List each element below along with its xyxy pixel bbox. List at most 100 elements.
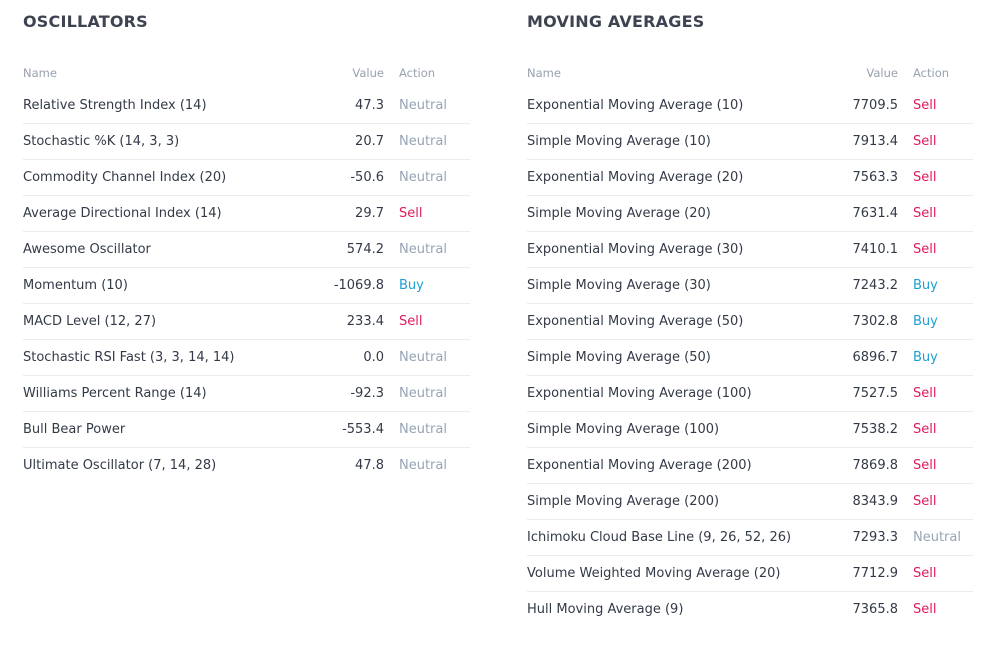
action-signal: Buy	[913, 278, 938, 293]
column-header-action[interactable]: Action	[399, 60, 435, 86]
table-row[interactable]: Simple Moving Average (100) 7538.2 Sell	[527, 412, 973, 448]
indicator-value: 20.7	[355, 134, 384, 149]
indicator-name[interactable]: Exponential Moving Average (100)	[527, 376, 752, 412]
moving-averages-table-header: Name Value Action	[527, 60, 973, 86]
indicator-name[interactable]: Stochastic RSI Fast (3, 3, 14, 14)	[23, 340, 235, 376]
table-row[interactable]: Exponential Moving Average (30) 7410.1 Sel…	[527, 232, 973, 268]
indicator-name[interactable]: Bull Bear Power	[23, 412, 125, 448]
table-row[interactable]: Williams Percent Range (14) -92.3 Neutral	[23, 376, 470, 412]
column-header-action[interactable]: Action	[913, 60, 949, 86]
indicator-name[interactable]: Williams Percent Range (14)	[23, 376, 207, 412]
oscillators-table: Name Value Action Relative Strength Inde…	[23, 60, 470, 484]
table-row[interactable]: Relative Strength Index (14) 47.3 Neutral	[23, 88, 470, 124]
action-signal: Sell	[913, 458, 937, 473]
indicator-value: 7913.4	[852, 134, 899, 149]
action-signal: Neutral	[399, 458, 447, 473]
action-signal: Buy	[913, 314, 938, 329]
table-row[interactable]: Exponential Moving Average (10) 7709.5 Sel…	[527, 88, 973, 124]
action-signal: Sell	[913, 206, 937, 221]
action-signal: Neutral	[399, 134, 447, 149]
indicator-name[interactable]: Stochastic %K (14, 3, 3)	[23, 124, 179, 160]
table-row[interactable]: Exponential Moving Average (200) 7869.8 Se…	[527, 448, 973, 484]
action-signal: Neutral	[399, 386, 447, 401]
indicator-name[interactable]: Awesome Oscillator	[23, 232, 151, 268]
table-row[interactable]: Exponential Moving Average (100) 7527.5 Se…	[527, 376, 973, 412]
indicator-name[interactable]: Ichimoku Cloud Base Line (9, 26, 52, 26)	[527, 520, 791, 556]
column-header-name[interactable]: Name	[527, 60, 561, 86]
table-row[interactable]: Volume Weighted Moving Average (20) 7712.…	[527, 556, 973, 592]
action-signal: Buy	[399, 278, 424, 293]
indicator-value: 6896.7	[852, 350, 899, 365]
indicator-value: 29.7	[355, 206, 384, 221]
indicator-name[interactable]: Commodity Channel Index (20)	[23, 160, 226, 196]
table-row[interactable]: MACD Level (12, 27) 233.4 Sell	[23, 304, 470, 340]
indicator-value: 574.2	[346, 242, 384, 257]
table-row[interactable]: Exponential Moving Average (20) 7563.3 Sel…	[527, 160, 973, 196]
indicator-value: 7302.8	[852, 314, 899, 329]
indicator-name[interactable]: Hull Moving Average (9)	[527, 592, 683, 628]
indicator-name[interactable]: Exponential Moving Average (200)	[527, 448, 752, 484]
indicator-name[interactable]: Exponential Moving Average (30)	[527, 232, 743, 268]
action-signal: Neutral	[913, 530, 961, 545]
table-row[interactable]: Momentum (10) -1069.8 Buy	[23, 268, 470, 304]
table-row[interactable]: Simple Moving Average (10) 7913.4 Sell	[527, 124, 973, 160]
technicals-page: OSCILLATORS Name Value Action Relative S…	[0, 0, 1000, 649]
indicator-name[interactable]: Simple Moving Average (10)	[527, 124, 711, 160]
table-row[interactable]: Awesome Oscillator 574.2 Neutral	[23, 232, 470, 268]
indicator-name[interactable]: Simple Moving Average (200)	[527, 484, 719, 520]
table-row[interactable]: Simple Moving Average (50) 6896.7 Buy	[527, 340, 973, 376]
table-row[interactable]: Stochastic %K (14, 3, 3) 20.7 Neutral	[23, 124, 470, 160]
action-signal: Neutral	[399, 170, 447, 185]
indicator-value: 7709.5	[852, 98, 899, 113]
column-header-name[interactable]: Name	[23, 60, 57, 86]
indicator-name[interactable]: Exponential Moving Average (10)	[527, 88, 743, 124]
indicator-name[interactable]: Ultimate Oscillator (7, 14, 28)	[23, 448, 216, 484]
indicator-name[interactable]: Simple Moving Average (50)	[527, 340, 711, 376]
action-signal: Sell	[913, 422, 937, 437]
moving-averages-title: MOVING AVERAGES	[527, 12, 705, 31]
indicator-name[interactable]: Exponential Moving Average (50)	[527, 304, 743, 340]
action-signal: Neutral	[399, 350, 447, 365]
indicator-value: 7243.2	[852, 278, 899, 293]
indicator-name[interactable]: Simple Moving Average (100)	[527, 412, 719, 448]
table-row[interactable]: Hull Moving Average (9) 7365.8 Sell	[527, 592, 973, 628]
action-signal: Sell	[399, 314, 423, 329]
table-row[interactable]: Ichimoku Cloud Base Line (9, 26, 52, 26)…	[527, 520, 973, 556]
table-row[interactable]: Simple Moving Average (20) 7631.4 Sell	[527, 196, 973, 232]
indicator-value: 47.3	[355, 98, 384, 113]
oscillators-title: OSCILLATORS	[23, 12, 148, 31]
indicator-value: 7365.8	[852, 602, 899, 617]
table-row[interactable]: Exponential Moving Average (50) 7302.8 Buy	[527, 304, 973, 340]
moving-averages-table: Name Value Action Exponential Moving Ave…	[527, 60, 973, 628]
table-row[interactable]: Stochastic RSI Fast (3, 3, 14, 14) 0.0 Neu…	[23, 340, 470, 376]
table-row[interactable]: Commodity Channel Index (20) -50.6 Neutral	[23, 160, 470, 196]
indicator-name[interactable]: Simple Moving Average (20)	[527, 196, 711, 232]
indicator-value: 7631.4	[852, 206, 899, 221]
table-row[interactable]: Simple Moving Average (30) 7243.2 Buy	[527, 268, 973, 304]
indicator-name[interactable]: Simple Moving Average (30)	[527, 268, 711, 304]
action-signal: Sell	[913, 566, 937, 581]
column-header-value[interactable]: Value	[352, 60, 384, 86]
indicator-name[interactable]: Exponential Moving Average (20)	[527, 160, 743, 196]
indicator-value: 7293.3	[852, 530, 899, 545]
indicator-name[interactable]: Average Directional Index (14)	[23, 196, 222, 232]
action-signal: Sell	[399, 206, 423, 221]
table-row[interactable]: Bull Bear Power -553.4 Neutral	[23, 412, 470, 448]
indicator-value: -553.4	[342, 422, 384, 437]
indicator-name[interactable]: MACD Level (12, 27)	[23, 304, 156, 340]
indicator-value: 7563.3	[852, 170, 899, 185]
indicator-value: 47.8	[355, 458, 384, 473]
column-header-value[interactable]: Value	[866, 60, 898, 86]
table-row[interactable]: Average Directional Index (14) 29.7 Sell	[23, 196, 470, 232]
indicator-name[interactable]: Relative Strength Index (14)	[23, 88, 207, 124]
indicator-name[interactable]: Momentum (10)	[23, 268, 128, 304]
moving-averages-rows: Exponential Moving Average (10) 7709.5 Sel…	[527, 88, 973, 628]
indicator-name[interactable]: Volume Weighted Moving Average (20)	[527, 556, 780, 592]
indicator-value: 233.4	[346, 314, 384, 329]
action-signal: Sell	[913, 98, 937, 113]
table-row[interactable]: Ultimate Oscillator (7, 14, 28) 47.8 Neutr…	[23, 448, 470, 484]
action-signal: Neutral	[399, 242, 447, 257]
indicator-value: 7410.1	[852, 242, 899, 257]
table-row[interactable]: Simple Moving Average (200) 8343.9 Sell	[527, 484, 973, 520]
action-signal: Sell	[913, 386, 937, 401]
